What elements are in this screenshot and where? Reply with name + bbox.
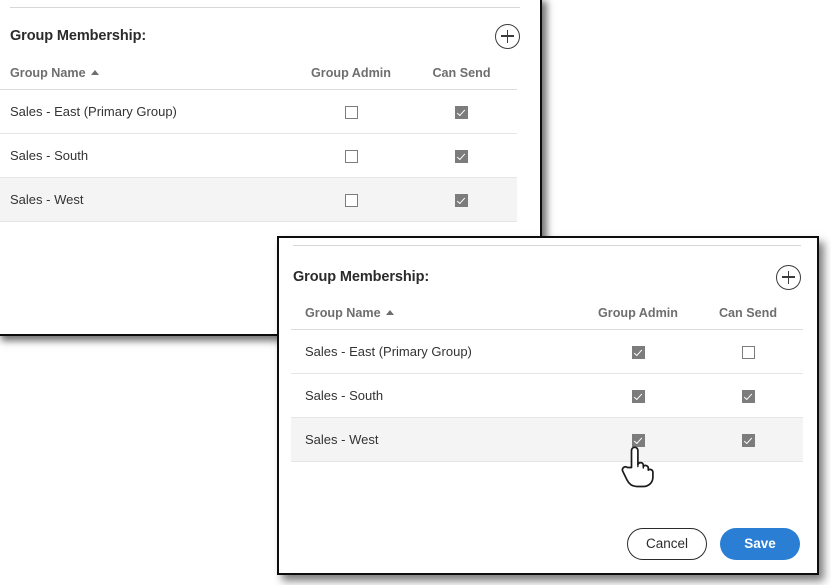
back-table-header-row: Group Name Group Admin Can Send bbox=[0, 66, 517, 90]
dialog-section-title: Group Membership: bbox=[293, 269, 429, 285]
dialog-row-0-group-admin-cell bbox=[583, 330, 693, 374]
back-row-1-group-admin-checkbox[interactable] bbox=[345, 150, 358, 163]
dialog-column-header-group-admin-label: Group Admin bbox=[598, 306, 678, 320]
table-row[interactable]: Sales - East (Primary Group) bbox=[291, 330, 803, 374]
dialog-group-membership-table: Group Name Group Admin Can Send Sales - … bbox=[291, 306, 803, 462]
table-row[interactable]: Sales - South bbox=[291, 374, 803, 418]
plus-circle-icon[interactable] bbox=[495, 24, 520, 49]
group-membership-dialog: Group Membership: Group Name Group Admin bbox=[277, 236, 819, 575]
back-row-0-group-name: Sales - East (Primary Group) bbox=[0, 90, 296, 134]
dialog-row-2-group-name: Sales - West bbox=[291, 418, 583, 462]
back-row-0-group-admin-cell bbox=[296, 90, 406, 134]
back-row-2-group-admin-checkbox[interactable] bbox=[345, 194, 358, 207]
back-group-membership-table: Group Name Group Admin Can Send Sales - … bbox=[0, 66, 517, 222]
back-column-header-group-name[interactable]: Group Name bbox=[0, 66, 296, 90]
dialog-row-2-group-admin-cell bbox=[583, 418, 693, 462]
plus-circle-icon[interactable] bbox=[776, 265, 801, 290]
back-row-2-group-admin-cell bbox=[296, 178, 406, 222]
back-section-title: Group Membership: bbox=[10, 28, 146, 44]
back-column-header-can-send-label: Can Send bbox=[432, 66, 490, 80]
table-row[interactable]: Sales - West bbox=[291, 418, 803, 462]
dialog-row-1-group-admin-checkbox[interactable] bbox=[632, 390, 645, 403]
back-row-2-can-send-cell bbox=[406, 178, 517, 222]
back-row-1-can-send-cell bbox=[406, 134, 517, 178]
table-row[interactable]: Sales - West bbox=[0, 178, 517, 222]
dialog-row-2-can-send-checkbox[interactable] bbox=[742, 434, 755, 447]
dialog-column-header-group-name[interactable]: Group Name bbox=[291, 306, 583, 330]
dialog-footer: Cancel Save bbox=[627, 528, 800, 560]
dialog-row-1-can-send-checkbox[interactable] bbox=[742, 390, 755, 403]
panel-top-divider bbox=[10, 7, 520, 8]
back-row-1-can-send-checkbox[interactable] bbox=[455, 150, 468, 163]
back-row-0-can-send-cell bbox=[406, 90, 517, 134]
dialog-top-divider bbox=[293, 245, 801, 246]
dialog-section-header: Group Membership: bbox=[293, 264, 801, 290]
back-row-2-can-send-checkbox[interactable] bbox=[455, 194, 468, 207]
dialog-row-1-group-name: Sales - South bbox=[291, 374, 583, 418]
dialog-column-header-can-send[interactable]: Can Send bbox=[693, 306, 803, 330]
dialog-column-header-can-send-label: Can Send bbox=[719, 306, 777, 320]
dialog-row-0-can-send-checkbox[interactable] bbox=[742, 346, 755, 359]
table-row[interactable]: Sales - East (Primary Group) bbox=[0, 90, 517, 134]
back-row-1-group-name: Sales - South bbox=[0, 134, 296, 178]
dialog-row-0-can-send-cell bbox=[693, 330, 803, 374]
back-section-header: Group Membership: bbox=[10, 23, 520, 49]
back-column-header-group-name-label: Group Name bbox=[10, 66, 86, 80]
back-row-0-group-admin-checkbox[interactable] bbox=[345, 106, 358, 119]
back-column-header-can-send[interactable]: Can Send bbox=[406, 66, 517, 90]
back-column-header-group-admin-label: Group Admin bbox=[311, 66, 391, 80]
dialog-column-header-group-name-label: Group Name bbox=[305, 306, 381, 320]
caret-up-icon bbox=[91, 70, 99, 75]
back-column-header-group-admin[interactable]: Group Admin bbox=[296, 66, 406, 90]
dialog-table-header-row: Group Name Group Admin Can Send bbox=[291, 306, 803, 330]
table-row[interactable]: Sales - South bbox=[0, 134, 517, 178]
dialog-row-1-group-admin-cell bbox=[583, 374, 693, 418]
dialog-column-header-group-admin[interactable]: Group Admin bbox=[583, 306, 693, 330]
dialog-row-0-group-admin-checkbox[interactable] bbox=[632, 346, 645, 359]
dialog-row-1-can-send-cell bbox=[693, 374, 803, 418]
dialog-row-2-group-admin-checkbox[interactable] bbox=[632, 434, 645, 447]
back-row-2-group-name: Sales - West bbox=[0, 178, 296, 222]
cancel-button[interactable]: Cancel bbox=[627, 528, 707, 560]
caret-up-icon bbox=[386, 310, 394, 315]
dialog-row-2-can-send-cell bbox=[693, 418, 803, 462]
dialog-row-0-group-name: Sales - East (Primary Group) bbox=[291, 330, 583, 374]
back-row-1-group-admin-cell bbox=[296, 134, 406, 178]
save-button[interactable]: Save bbox=[720, 528, 800, 560]
back-row-0-can-send-checkbox[interactable] bbox=[455, 106, 468, 119]
